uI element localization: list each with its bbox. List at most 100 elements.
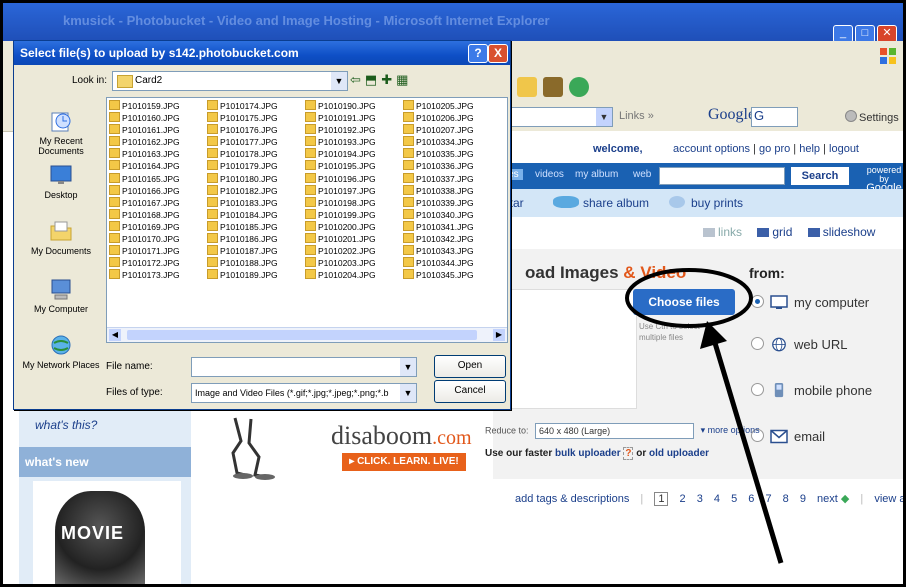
dialog-close-button[interactable]: X <box>488 44 508 63</box>
file-item[interactable]: P1010161.JPG <box>109 124 180 136</box>
more-options-link[interactable]: ▾ more options <box>701 425 760 435</box>
file-item[interactable]: P1010192.JPG <box>305 124 376 136</box>
file-item[interactable]: P1010345.JPG <box>403 269 474 281</box>
file-item[interactable]: P1010188.JPG <box>207 257 278 269</box>
file-name-input[interactable]: ▼ <box>191 357 417 377</box>
tab-my-album[interactable]: my album <box>575 169 618 180</box>
help-link[interactable]: help <box>799 143 820 155</box>
view-grid[interactable]: grid <box>757 225 798 239</box>
file-item[interactable]: P1010335.JPG <box>403 148 474 160</box>
file-item[interactable]: P1010189.JPG <box>207 269 278 281</box>
file-item[interactable]: P1010196.JPG <box>305 172 376 185</box>
reduce-size-select[interactable]: 640 x 480 (Large) <box>535 423 695 439</box>
new-folder-icon[interactable]: ✚ <box>381 72 396 87</box>
bulk-uploader-link[interactable]: bulk uploader <box>555 448 621 459</box>
page-8[interactable]: 8 <box>783 493 789 505</box>
file-item[interactable]: P1010338.JPG <box>403 184 474 197</box>
address-dropdown[interactable]: ▼ <box>503 107 613 127</box>
open-button[interactable]: Open <box>434 355 506 378</box>
file-item[interactable]: P1010337.JPG <box>403 172 474 185</box>
file-item[interactable]: P1010171.JPG <box>109 245 180 257</box>
file-item[interactable]: P1010341.JPG <box>403 220 474 233</box>
place-recent-documents[interactable]: My Recent Documents <box>18 109 104 156</box>
file-item[interactable]: P1010197.JPG <box>305 184 376 197</box>
file-item[interactable]: P1010334.JPG <box>403 136 474 148</box>
page-4[interactable]: 4 <box>714 493 720 505</box>
advertisement[interactable]: disaboom.com ▸ CLICK. LEARN. LIVE! <box>197 407 472 485</box>
chevron-down-icon[interactable]: ▼ <box>400 358 416 376</box>
view-links[interactable]: links <box>703 225 748 239</box>
file-item[interactable]: P1010191.JPG <box>305 112 376 124</box>
buy-prints-link[interactable]: buy prints <box>669 196 743 210</box>
file-item[interactable]: P1010194.JPG <box>305 148 376 160</box>
file-item[interactable]: P1010182.JPG <box>207 184 278 197</box>
help-question-icon[interactable]: ? <box>623 447 634 460</box>
file-item[interactable]: P1010164.JPG <box>109 160 180 172</box>
file-item[interactable]: P1010174.JPG <box>207 100 278 112</box>
dialog-help-button[interactable]: ? <box>468 44 488 63</box>
pb-search-button[interactable]: Search <box>791 167 849 185</box>
back-arrow-icon[interactable]: ⇦ <box>350 72 365 87</box>
page-5[interactable]: 5 <box>731 493 737 505</box>
radio-my-computer[interactable] <box>751 295 764 308</box>
place-my-documents[interactable]: My Documents <box>18 219 104 256</box>
file-item[interactable]: P1010159.JPG <box>109 100 180 112</box>
media-icon[interactable] <box>543 77 563 97</box>
file-item[interactable]: P1010168.JPG <box>109 208 180 221</box>
file-item[interactable]: P1010186.JPG <box>207 233 278 245</box>
file-item[interactable]: P1010179.JPG <box>207 160 278 172</box>
file-item[interactable]: P1010203.JPG <box>305 257 376 269</box>
page-9[interactable]: 9 <box>800 493 806 505</box>
account-options-link[interactable]: account options <box>673 143 750 155</box>
file-item[interactable]: P1010339.JPG <box>403 196 474 209</box>
logout-link[interactable]: logout <box>829 143 859 155</box>
old-uploader-link[interactable]: old uploader <box>649 448 709 459</box>
tab-web[interactable]: web <box>633 169 651 180</box>
file-item[interactable]: P1010165.JPG <box>109 172 180 185</box>
cancel-button[interactable]: Cancel <box>434 380 506 403</box>
scroll-right-icon[interactable]: ▶ <box>493 329 505 341</box>
file-item[interactable]: P1010195.JPG <box>305 160 376 172</box>
file-item[interactable]: P1010176.JPG <box>207 124 278 136</box>
file-item[interactable]: P1010205.JPG <box>403 100 474 112</box>
files-of-type-select[interactable]: Image and Video Files (*.gif;*.jpg;*.jpe… <box>191 383 417 403</box>
file-item[interactable]: P1010167.JPG <box>109 196 180 209</box>
file-item[interactable]: P1010187.JPG <box>207 245 278 257</box>
page-3[interactable]: 3 <box>697 493 703 505</box>
view-slideshow[interactable]: slideshow <box>807 225 882 239</box>
file-item[interactable]: P1010170.JPG <box>109 233 180 245</box>
file-item[interactable]: P1010201.JPG <box>305 233 376 245</box>
page-1[interactable]: 1 <box>654 492 669 506</box>
view-all-link[interactable]: view all <box>874 493 903 505</box>
file-item[interactable]: P1010206.JPG <box>403 112 474 124</box>
file-item[interactable]: P1010193.JPG <box>305 136 376 148</box>
source-my-computer[interactable]: my computer <box>751 295 869 310</box>
up-folder-icon[interactable]: ⬒ <box>365 72 381 87</box>
go-pro-link[interactable]: go pro <box>759 143 790 155</box>
file-item[interactable]: P1010166.JPG <box>109 184 180 197</box>
file-item[interactable]: P1010199.JPG <box>305 208 376 221</box>
page-7[interactable]: 7 <box>765 493 771 505</box>
file-item[interactable]: P1010162.JPG <box>109 136 180 148</box>
ad-cta-button[interactable]: ▸ CLICK. LEARN. LIVE! <box>342 453 466 471</box>
scroll-left-icon[interactable]: ◀ <box>109 329 121 341</box>
file-item[interactable]: P1010184.JPG <box>207 208 278 221</box>
file-item[interactable]: P1010342.JPG <box>403 233 474 245</box>
source-web-url[interactable]: web URL <box>751 337 847 352</box>
file-item[interactable]: P1010175.JPG <box>207 112 278 124</box>
file-item[interactable]: P1010173.JPG <box>109 269 180 281</box>
file-item[interactable]: P1010160.JPG <box>109 112 180 124</box>
file-item[interactable]: P1010204.JPG <box>305 269 376 281</box>
page-2[interactable]: 2 <box>680 493 686 505</box>
place-my-network[interactable]: My Network Places <box>18 333 104 370</box>
source-mobile-phone[interactable]: mobile phone <box>751 383 872 398</box>
page-6[interactable]: 6 <box>748 493 754 505</box>
pb-search-input[interactable] <box>659 167 785 185</box>
settings-button[interactable]: Settings <box>845 110 899 124</box>
place-my-computer[interactable]: My Computer <box>18 277 104 314</box>
file-item[interactable]: P1010207.JPG <box>403 124 474 136</box>
google-search-input[interactable]: G <box>751 107 798 127</box>
file-item[interactable]: P1010180.JPG <box>207 172 278 185</box>
file-item[interactable]: P1010177.JPG <box>207 136 278 148</box>
file-item[interactable]: P1010190.JPG <box>305 100 376 112</box>
